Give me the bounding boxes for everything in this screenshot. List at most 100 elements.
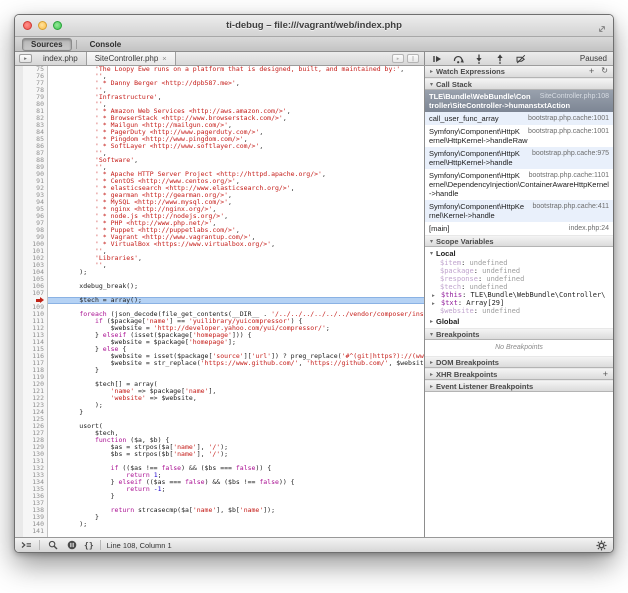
pane-toggle-b-icon[interactable]: ‖ <box>407 54 419 63</box>
frame-location: bootstrap.php.cache:1101 <box>529 171 609 180</box>
chevron-right-icon: ▸ <box>430 68 433 75</box>
line-number[interactable]: 107 <box>23 290 47 297</box>
variable-value: undefined <box>482 307 520 315</box>
debugger-sidebar: ▸ Watch Expressions + ↻ ▾ Call Stack Sit… <box>425 66 613 537</box>
frame-location: index.php:24 <box>569 224 609 233</box>
fullscreen-icon[interactable] <box>597 21 607 39</box>
code-line: $website = str_replace('https://www.gith… <box>48 360 424 367</box>
variable-value: Array[29] <box>466 299 504 307</box>
section-title: Call Stack <box>436 80 472 89</box>
chevron-down-icon: ▾ <box>430 250 433 257</box>
chevron-right-icon: ▸ <box>430 371 433 378</box>
call-stack-frame[interactable]: index.php:24[main] <box>425 222 613 235</box>
status-bar: {} Line 108, Column 1 <box>15 537 613 552</box>
chevron-right-icon: ▸ <box>430 359 433 366</box>
gear-icon[interactable] <box>595 539 608 551</box>
section-title: XHR Breakpoints <box>436 370 497 379</box>
section-event-listener-breakpoints[interactable]: ▸ Event Listener Breakpoints <box>425 380 613 392</box>
frame-function: Symfony\Component\HttpKernel\HttpKernel-… <box>429 149 520 167</box>
file-tab-index-php[interactable]: index.php <box>35 52 86 65</box>
code-line: xdebug_break(); <box>48 283 424 290</box>
console-toggle-icon[interactable] <box>20 539 33 551</box>
frame-location: bootstrap.php.cache:1001 <box>528 114 609 123</box>
resume-button[interactable] <box>431 53 443 64</box>
search-icon[interactable] <box>46 539 59 551</box>
call-stack-frame[interactable]: bootstrap.php.cache:1101Symfony\Componen… <box>425 169 613 200</box>
call-stack-frame-selected[interactable]: SiteController.php:108TLE\Bundle\WebBund… <box>425 90 613 112</box>
frame-location: bootstrap.php.cache:411 <box>532 202 609 211</box>
step-out-button[interactable] <box>494 53 506 64</box>
chevron-right-icon: ▸ <box>430 318 433 325</box>
zoom-window-button[interactable] <box>53 21 62 30</box>
line-number[interactable]: 141 <box>23 528 47 535</box>
section-breakpoints[interactable]: ▾ Breakpoints <box>425 328 613 340</box>
chevron-down-icon: ▾ <box>430 238 433 245</box>
scope-variable: $response: undefined <box>425 275 613 283</box>
code-line: } <box>48 367 424 374</box>
inspector-toolbar: Sources Console <box>15 37 613 52</box>
section-xhr-breakpoints[interactable]: ▸ XHR Breakpoints + <box>425 368 613 380</box>
cursor-position: Line 108, Column 1 <box>107 541 172 550</box>
add-watch-icon[interactable]: + <box>589 67 594 76</box>
titlebar[interactable]: ti-debug – file:///vagrant/web/index.php <box>15 15 613 37</box>
variable-value: undefined <box>470 283 508 291</box>
breakpoint-gutter[interactable] <box>15 66 23 537</box>
section-dom-breakpoints[interactable]: ▸ DOM Breakpoints <box>425 356 613 368</box>
section-title: Breakpoints <box>436 330 479 339</box>
gutter: 7576777879808182838485868788899091929394… <box>23 66 48 537</box>
add-xhr-breakpoint-icon[interactable]: + <box>603 370 608 379</box>
statusbar-separator <box>39 540 40 550</box>
toolbar-separator <box>76 40 77 49</box>
scope-global-row[interactable]: ▸ Global <box>425 315 613 327</box>
local-vars: $item: undefined$package: undefined$resp… <box>425 259 613 315</box>
pane-toggle-a-icon[interactable]: ▸ <box>392 54 404 63</box>
debugger-status: Paused <box>580 54 607 63</box>
debugger-controls: Paused <box>425 52 613 65</box>
code-line <box>48 528 424 535</box>
pause-circle-icon[interactable] <box>65 539 78 551</box>
chevron-right-icon[interactable]: ▸ <box>432 301 438 307</box>
refresh-watch-icon[interactable]: ↻ <box>601 67 608 76</box>
section-scope-variables[interactable]: ▾ Scope Variables <box>425 235 613 247</box>
minimize-window-button[interactable] <box>38 21 47 30</box>
scope-variable[interactable]: ▸$txt: Array[29] <box>425 299 613 307</box>
section-watch-expressions[interactable]: ▸ Watch Expressions + ↻ <box>425 66 613 78</box>
pane-toggles: ▸ ‖ <box>392 52 424 65</box>
code-line <box>48 416 424 423</box>
code-line: return strcasecmp($a['name'], $b['name']… <box>48 507 424 514</box>
variable-name: $txt <box>441 299 458 307</box>
call-stack-frame[interactable]: bootstrap.php.cache:975 Symfony\Component… <box>425 147 613 169</box>
disable-breakpoints-button[interactable] <box>515 53 527 64</box>
scope-local-row[interactable]: ▾ Local <box>425 247 613 259</box>
frame-location: bootstrap.php.cache:975 <box>532 149 609 158</box>
variable-value: undefined <box>470 259 508 267</box>
step-into-button[interactable] <box>473 53 485 64</box>
navigator-toggle-icon[interactable]: ▸ <box>19 54 32 63</box>
chevron-down-icon: ▾ <box>430 331 433 338</box>
call-stack-frame[interactable]: bootstrap.php.cache:1001call_user_func_a… <box>425 112 613 125</box>
pretty-print-button[interactable]: {} <box>84 541 94 550</box>
main-content: 7576777879808182838485868788899091929394… <box>15 66 613 537</box>
chevron-right-icon[interactable]: ▸ <box>432 293 438 299</box>
chevron-right-icon: ▸ <box>430 383 433 390</box>
file-tab-sitecontroller-php[interactable]: SiteController.php × <box>86 52 176 65</box>
variable-value: undefined <box>482 267 520 275</box>
tab-sources[interactable]: Sources <box>22 38 72 51</box>
code-pane[interactable]: 'The Loopy Ewe runs on a platform that i… <box>48 66 424 537</box>
variable-name: $website <box>440 307 474 315</box>
section-title: Scope Variables <box>436 237 494 246</box>
scope-variable[interactable]: ▸$this: TLE\Bundle\WebBundle\Controller\ <box>425 291 613 299</box>
section-call-stack[interactable]: ▾ Call Stack <box>425 78 613 90</box>
call-stack-frame[interactable]: bootstrap.php.cache:1001Symfony\Componen… <box>425 125 613 147</box>
tab-console[interactable]: Console <box>81 38 131 51</box>
close-window-button[interactable] <box>23 21 32 30</box>
section-title: Watch Expressions <box>436 67 505 76</box>
section-title: Event Listener Breakpoints <box>436 382 533 391</box>
step-over-button[interactable] <box>452 53 464 64</box>
frame-function: Symfony\Component\HttpKernel\Kernel->han… <box>429 202 524 220</box>
code-line: ); <box>48 521 424 528</box>
call-stack-frame[interactable]: bootstrap.php.cache:411 Symfony\Component… <box>425 200 613 222</box>
code-line: $bs = strpos($b['name'], '/'); <box>48 451 424 458</box>
code-line: 'website' => $website, <box>48 395 424 402</box>
close-tab-icon[interactable]: × <box>162 54 166 63</box>
